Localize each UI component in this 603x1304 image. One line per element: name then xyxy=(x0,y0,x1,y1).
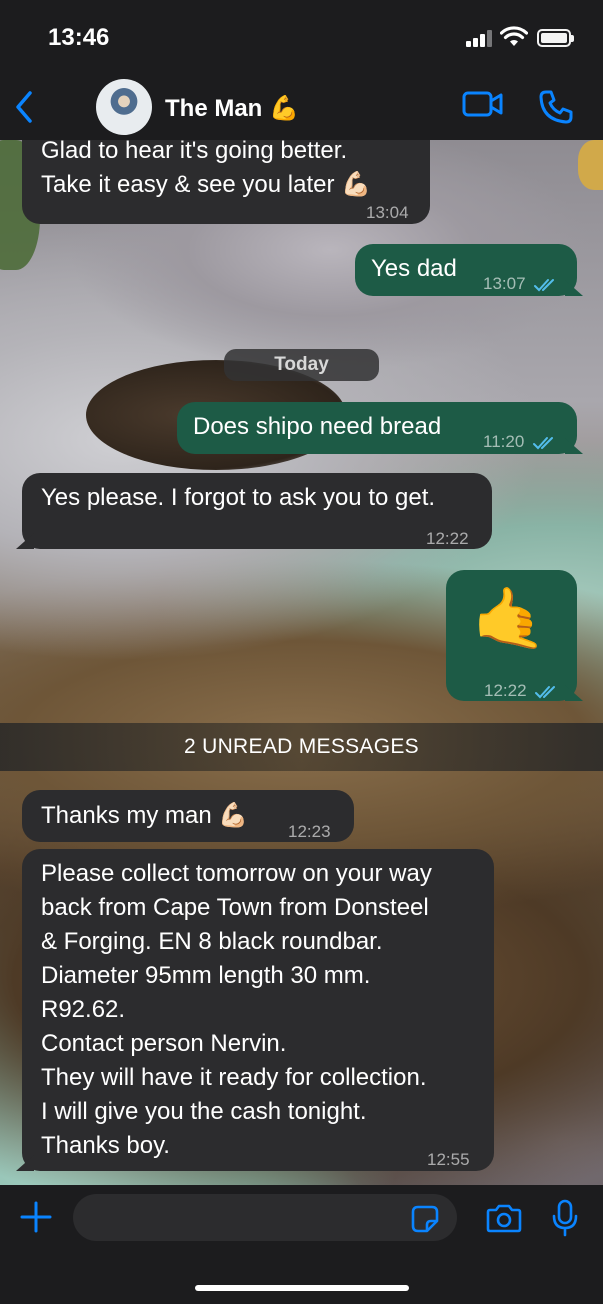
message-line: back from Cape Town from Donsteel xyxy=(41,894,429,921)
read-receipt-icon xyxy=(534,278,555,291)
message-time: 12:22 xyxy=(484,681,527,700)
wallpaper-detail xyxy=(578,140,603,190)
message-meta: 13:07 xyxy=(483,267,560,301)
microphone-icon[interactable] xyxy=(552,1199,578,1237)
battery-icon xyxy=(537,29,574,47)
message-line: Please collect tomorrow on your way xyxy=(41,860,432,887)
home-indicator[interactable] xyxy=(195,1285,409,1291)
unread-divider: 2 UNREAD MESSAGES xyxy=(0,723,603,771)
status-time: 13:46 xyxy=(48,24,110,51)
message-line: Take it easy & see you later 💪🏻 xyxy=(41,171,372,198)
message-outgoing[interactable]: Does shipo need bread 11:20 xyxy=(177,402,583,454)
status-bar: 13:46 xyxy=(0,0,603,76)
video-call-icon[interactable] xyxy=(462,89,504,119)
message-text: Please collect tomorrow on your way back… xyxy=(41,857,432,1163)
chat-header-overlay: The Man 💪 xyxy=(0,76,603,140)
plus-icon[interactable] xyxy=(20,1201,52,1233)
date-divider: Today xyxy=(224,349,379,381)
message-meta: 11:20 xyxy=(483,425,559,459)
message-time: 13:07 xyxy=(483,274,526,293)
wifi-icon xyxy=(500,26,528,46)
message-outgoing[interactable]: Yes dad 13:07 xyxy=(355,244,583,296)
message-text: Thanks my man 💪🏻 xyxy=(41,802,249,829)
message-input[interactable] xyxy=(73,1194,457,1241)
message-time: 12:23 xyxy=(288,822,331,841)
message-line: Thanks boy. xyxy=(41,1132,170,1159)
back-chevron-icon[interactable] xyxy=(10,89,40,125)
message-incoming[interactable]: Please collect tomorrow on your way back… xyxy=(16,849,494,1171)
contact-avatar[interactable] xyxy=(96,79,152,135)
message-incoming[interactable]: Yes please. I forgot to ask you to get. … xyxy=(16,473,492,549)
message-line: Diameter 95mm length 30 mm. xyxy=(41,962,371,989)
message-time: 12:22 xyxy=(426,529,469,548)
message-outgoing[interactable]: 🤙 12:22 xyxy=(446,570,583,701)
message-line: R92.62. xyxy=(41,996,126,1023)
message-text: Glad to hear it's going better. Take it … xyxy=(41,134,371,202)
message-line: They will have it ready for collection. xyxy=(41,1064,427,1091)
cellular-signal-icon xyxy=(466,30,492,47)
phone-icon[interactable] xyxy=(538,89,574,125)
message-text: Does shipo need bread xyxy=(193,413,442,440)
message-line: & Forging. EN 8 black roundbar. xyxy=(41,928,383,955)
hang-loose-emoji: 🤙 xyxy=(472,585,547,652)
message-meta: 12:22 xyxy=(484,674,561,708)
contact-name[interactable]: The Man 💪 xyxy=(165,94,299,123)
message-text: Yes please. I forgot to ask you to get. xyxy=(41,484,436,511)
message-time: 12:55 xyxy=(427,1150,470,1169)
message-incoming[interactable]: Thanks my man 💪🏻 12:23 xyxy=(22,790,354,842)
read-receipt-icon xyxy=(535,685,556,698)
message-line: I will give you the cash tonight. xyxy=(41,1098,367,1125)
message-text: Yes dad xyxy=(371,255,457,282)
camera-icon[interactable] xyxy=(486,1203,522,1233)
message-time: 11:20 xyxy=(483,432,525,451)
message-line: Contact person Nervin. xyxy=(41,1030,287,1057)
sticker-icon[interactable] xyxy=(410,1204,440,1234)
read-receipt-icon xyxy=(533,436,554,449)
message-time: 13:04 xyxy=(366,203,409,222)
